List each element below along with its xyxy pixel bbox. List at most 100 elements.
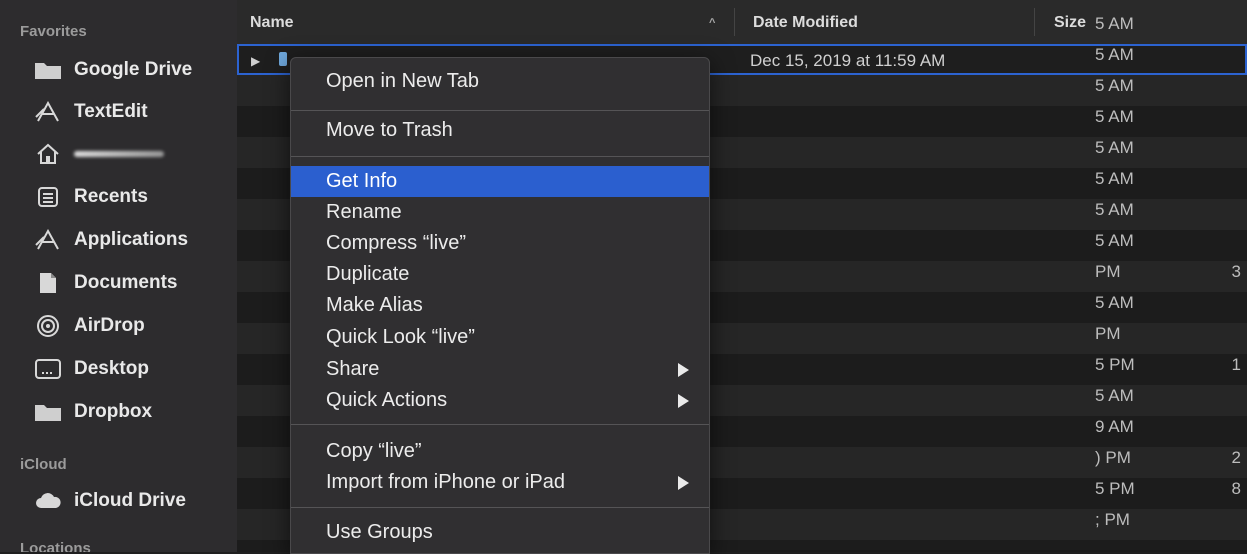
time-text: 5 AM xyxy=(1095,107,1134,126)
context-menu: Open in New Tab Move to Trash Get Info R… xyxy=(290,57,710,554)
sidebar-item-label: Dropbox xyxy=(74,401,153,422)
time-cell: 5 AM xyxy=(1095,138,1247,169)
menu-item-get-info[interactable]: Get Info xyxy=(291,166,709,197)
locations-section-title: Locations xyxy=(20,540,91,552)
textedit-icon xyxy=(34,101,62,123)
menu-item-compress[interactable]: Compress “live” xyxy=(291,228,709,259)
sidebar-item-label: TextEdit xyxy=(74,101,148,122)
sidebar-item-home[interactable] xyxy=(34,139,234,169)
time-text: 5 PM xyxy=(1095,355,1135,374)
sidebar-item-label: Google Drive xyxy=(74,59,193,80)
time-cell: 5 AM xyxy=(1095,76,1247,107)
column-header-size[interactable]: Size xyxy=(1054,14,1086,32)
folder-icon xyxy=(34,401,62,423)
airdrop-icon xyxy=(34,315,62,337)
column-header-date-modified[interactable]: Date Modified xyxy=(753,14,858,32)
menu-item-rename[interactable]: Rename xyxy=(291,197,709,228)
size-cell: 1 xyxy=(1231,355,1241,374)
time-cell: 5 PM 1 xyxy=(1095,355,1247,386)
time-cell: 5 AM xyxy=(1095,386,1247,417)
time-text: ; PM xyxy=(1095,510,1130,529)
time-cell: 5 AM xyxy=(1095,45,1247,76)
time-text: 5 AM xyxy=(1095,386,1134,405)
time-text: PM xyxy=(1095,262,1121,281)
time-cell: 5 AM xyxy=(1095,169,1247,200)
time-cell: 5 AM xyxy=(1095,14,1247,45)
menu-item-copy[interactable]: Copy “live” xyxy=(291,436,709,467)
menu-item-share[interactable]: Share xyxy=(291,354,709,385)
overflow-time-column: 5 AM 5 AM 5 AM 5 AM 5 AM 5 AM 5 AM 5 AM PM 3 5 AM P… xyxy=(1095,14,1247,541)
sidebar-item-label: AirDrop xyxy=(74,315,145,336)
menu-separator xyxy=(291,507,709,508)
recents-icon xyxy=(34,186,62,208)
menu-item-use-groups[interactable]: Use Groups xyxy=(291,517,709,548)
documents-icon xyxy=(34,272,62,294)
time-cell: PM xyxy=(1095,324,1247,355)
sidebar-item-applications[interactable]: Applications xyxy=(34,225,234,255)
time-text: 5 AM xyxy=(1095,231,1134,250)
sidebar-item-dropbox[interactable]: Dropbox xyxy=(34,397,234,427)
home-icon xyxy=(34,143,62,165)
time-text: 9 AM xyxy=(1095,417,1134,436)
menu-separator xyxy=(291,424,709,425)
menu-item-move-to-trash[interactable]: Move to Trash xyxy=(291,115,709,146)
sidebar-item-google-drive[interactable]: Google Drive xyxy=(34,55,234,85)
menu-separator xyxy=(291,156,709,157)
favorites-section-title: Favorites xyxy=(20,23,87,40)
cloud-icon xyxy=(34,490,62,512)
sort-chevron-up-icon[interactable]: ^ xyxy=(709,17,715,29)
sidebar-item-label: Recents xyxy=(74,186,148,207)
time-cell: 5 AM xyxy=(1095,107,1247,138)
sidebar-item-desktop[interactable]: Desktop xyxy=(34,354,234,384)
submenu-arrow-icon xyxy=(678,393,689,408)
redacted-username xyxy=(74,151,164,157)
time-text: 5 AM xyxy=(1095,138,1134,157)
menu-item-make-alias[interactable]: Make Alias xyxy=(291,290,709,321)
time-cell: 9 AM xyxy=(1095,417,1247,448)
time-text: PM xyxy=(1095,324,1121,343)
sidebar-item-recents[interactable]: Recents xyxy=(34,182,234,212)
icloud-section-title: iCloud xyxy=(20,456,67,473)
time-cell: 5 PM 8 xyxy=(1095,479,1247,510)
size-cell: 8 xyxy=(1231,479,1241,498)
folder-icon xyxy=(279,52,287,66)
disclosure-triangle-icon[interactable]: ▶ xyxy=(251,54,260,68)
submenu-arrow-icon xyxy=(678,475,689,490)
time-cell: ) PM 2 xyxy=(1095,448,1247,479)
time-text: ) PM xyxy=(1095,448,1131,467)
time-cell: 5 AM xyxy=(1095,293,1247,324)
size-cell: 3 xyxy=(1231,262,1241,281)
time-text: 5 AM xyxy=(1095,169,1134,188)
menu-item-import-from-iphone[interactable]: Import from iPhone or iPad xyxy=(291,467,709,498)
sidebar-item-airdrop[interactable]: AirDrop xyxy=(34,311,234,341)
column-divider[interactable] xyxy=(734,8,735,36)
time-text: 5 PM xyxy=(1095,479,1135,498)
menu-item-open-in-new-tab[interactable]: Open in New Tab xyxy=(291,66,709,97)
time-cell: PM 3 xyxy=(1095,262,1247,293)
desktop-icon xyxy=(34,358,62,380)
applications-icon xyxy=(34,229,62,251)
time-text: 5 AM xyxy=(1095,76,1134,95)
sidebar-item-label: iCloud Drive xyxy=(74,490,186,511)
sidebar: Favorites Google Drive TextEdit Recents … xyxy=(0,0,237,552)
sidebar-item-label: Desktop xyxy=(74,358,149,379)
time-cell: ; PM xyxy=(1095,510,1247,541)
menu-item-quick-look[interactable]: Quick Look “live” xyxy=(291,322,709,353)
time-text: 5 AM xyxy=(1095,293,1134,312)
folder-icon xyxy=(34,59,62,81)
sidebar-item-label: Documents xyxy=(74,272,178,293)
column-divider[interactable] xyxy=(1034,8,1035,36)
time-text: 5 AM xyxy=(1095,45,1134,64)
time-cell: 5 AM xyxy=(1095,231,1247,262)
sidebar-item-textedit[interactable]: TextEdit xyxy=(34,97,234,127)
menu-item-quick-actions[interactable]: Quick Actions xyxy=(291,385,709,416)
submenu-arrow-icon xyxy=(678,362,689,377)
size-cell: 2 xyxy=(1231,448,1241,467)
sidebar-item-icloud-drive[interactable]: iCloud Drive xyxy=(34,486,234,516)
time-cell: 5 AM xyxy=(1095,200,1247,231)
date-modified-cell: Dec 15, 2019 at 11:59 AM xyxy=(750,51,946,70)
menu-item-duplicate[interactable]: Duplicate xyxy=(291,259,709,290)
column-header-name[interactable]: Name xyxy=(250,14,294,32)
menu-separator xyxy=(291,110,709,111)
sidebar-item-documents[interactable]: Documents xyxy=(34,268,234,298)
